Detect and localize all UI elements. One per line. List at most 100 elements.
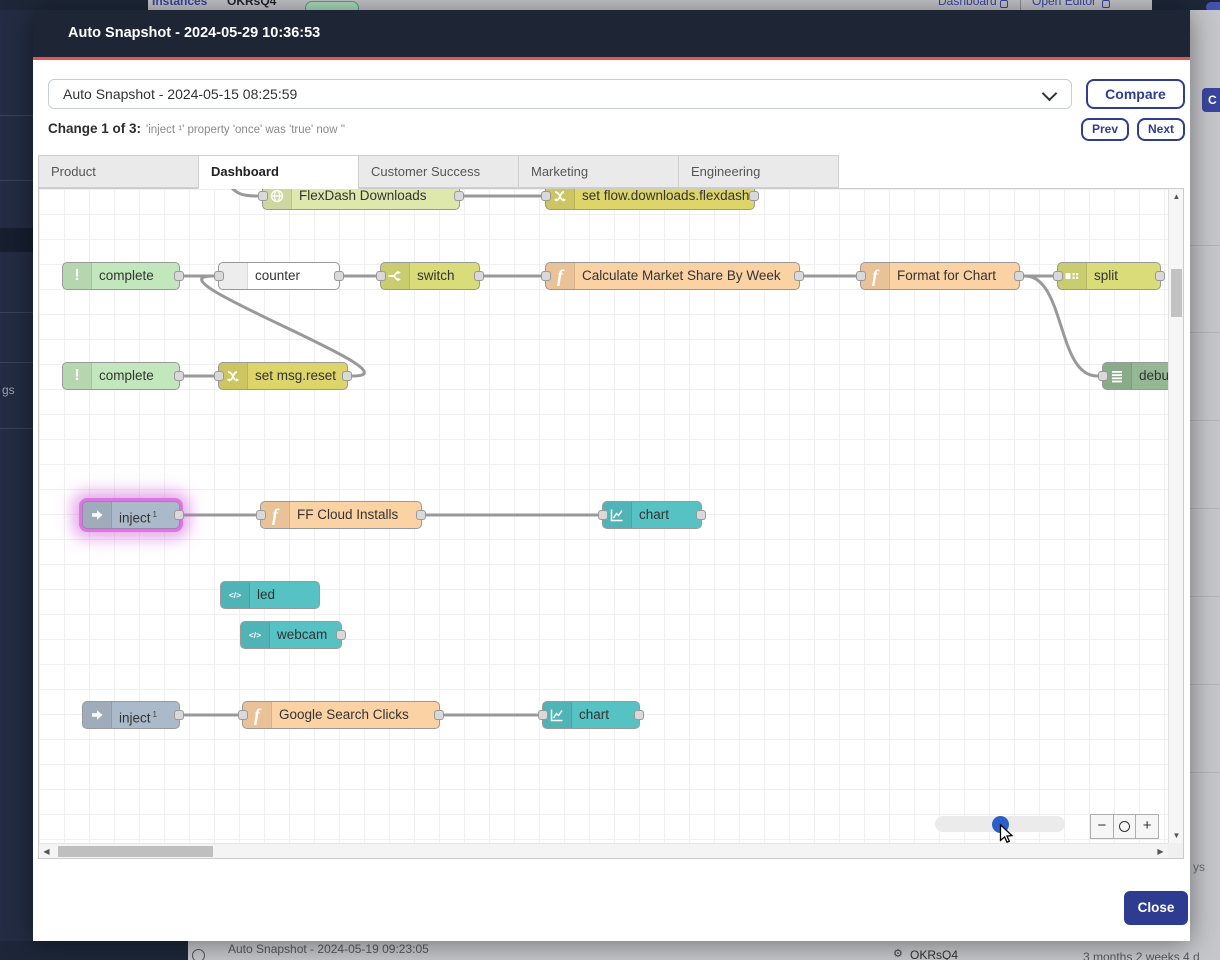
scroll-right-arrow[interactable]: ▶ bbox=[1153, 844, 1168, 859]
dialog-title: Auto Snapshot - 2024-05-29 10:36:53 bbox=[68, 10, 320, 57]
breadcrumb-project: OKRsQ4 bbox=[227, 0, 276, 8]
scroll-down-arrow[interactable]: ▼ bbox=[1169, 828, 1184, 843]
input-port[interactable] bbox=[214, 371, 224, 381]
tab-customer-success[interactable]: Customer Success bbox=[358, 155, 519, 188]
node-label: FlexDash Downloads bbox=[263, 189, 459, 208]
output-port[interactable] bbox=[416, 510, 426, 520]
input-port[interactable] bbox=[1098, 371, 1108, 381]
output-port[interactable] bbox=[749, 191, 759, 201]
output-port[interactable] bbox=[474, 271, 484, 281]
inject-icon bbox=[83, 502, 112, 528]
flow-viewport: − + FlexDash Downloads set flow.downloads… bbox=[38, 188, 1184, 859]
input-port[interactable] bbox=[598, 510, 608, 520]
output-port[interactable] bbox=[696, 510, 706, 520]
snapshot-select[interactable]: Auto Snapshot - 2024-05-15 08:25:59 bbox=[48, 79, 1072, 109]
node-split[interactable]: split bbox=[1057, 262, 1161, 290]
template-icon: </> bbox=[221, 582, 250, 608]
horizontal-scrollbar-thumb[interactable] bbox=[58, 846, 213, 857]
table-row-divider bbox=[1190, 420, 1220, 421]
input-port[interactable] bbox=[856, 271, 866, 281]
tab-product[interactable]: Product bbox=[38, 155, 199, 188]
output-port[interactable] bbox=[174, 510, 184, 520]
table-row-divider bbox=[1190, 332, 1220, 333]
tab-marketing[interactable]: Marketing bbox=[518, 155, 679, 188]
node-led[interactable]: </>led bbox=[220, 581, 320, 609]
input-port[interactable] bbox=[541, 191, 551, 201]
output-port[interactable] bbox=[794, 271, 804, 281]
background-topbar: Instances OKRsQ4 Dashboard Open Editor bbox=[0, 0, 1220, 10]
output-port[interactable] bbox=[1155, 271, 1165, 281]
output-port[interactable] bbox=[334, 271, 344, 281]
tab-dashboard[interactable]: Dashboard bbox=[198, 155, 359, 189]
dashboard-link: Dashboard bbox=[938, 0, 997, 8]
node-label: set flow.downloads.flexdash bbox=[546, 189, 754, 208]
node-debug[interactable]: debug bbox=[1102, 362, 1168, 390]
avatar bbox=[1206, 2, 1220, 10]
scroll-left-arrow[interactable]: ◀ bbox=[39, 844, 54, 859]
vertical-scrollbar-thumb[interactable] bbox=[1171, 269, 1182, 317]
table-row-divider bbox=[1190, 684, 1220, 685]
horizontal-scrollbar[interactable]: ◀ ▶ bbox=[39, 843, 1168, 858]
input-port[interactable] bbox=[538, 710, 548, 720]
input-port[interactable] bbox=[214, 271, 224, 281]
background-snapshot-name: Auto Snapshot - 2024-05-19 09:23:05 bbox=[228, 942, 429, 956]
dialog-header: Auto Snapshot - 2024-05-29 10:36:53 bbox=[33, 10, 1190, 60]
node-counter[interactable]: counter bbox=[218, 262, 340, 290]
output-port[interactable] bbox=[174, 271, 184, 281]
input-port[interactable] bbox=[1053, 271, 1063, 281]
inject-icon bbox=[83, 702, 112, 728]
node-chart-2[interactable]: chart bbox=[542, 701, 640, 729]
vertical-scrollbar[interactable]: ▲ ▼ bbox=[1168, 189, 1183, 843]
snapshot-compare-dialog: Auto Snapshot - 2024-05-29 10:36:53 Auto… bbox=[33, 10, 1190, 941]
wire-offscreen-to-flexdash-downloads bbox=[225, 189, 257, 196]
scroll-up-arrow[interactable]: ▲ bbox=[1169, 189, 1184, 204]
background-project-name: OKRsQ4 bbox=[910, 948, 958, 960]
close-button[interactable]: Close bbox=[1124, 891, 1188, 925]
node-chart-1[interactable]: chart bbox=[602, 501, 702, 529]
node-inject-1[interactable]: inject1 bbox=[82, 501, 180, 529]
node-label: Google Search Clicks bbox=[243, 702, 439, 727]
sidebar-active-item bbox=[0, 228, 33, 252]
next-button[interactable]: Next bbox=[1137, 118, 1185, 141]
zoom-in-button[interactable]: + bbox=[1136, 815, 1158, 838]
output-port[interactable] bbox=[434, 710, 444, 720]
input-port[interactable] bbox=[238, 710, 248, 720]
node-set-msg-reset[interactable]: set msg.reset bbox=[218, 362, 348, 390]
input-port[interactable] bbox=[256, 510, 266, 520]
zoom-out-button[interactable]: − bbox=[1091, 815, 1114, 838]
zoom-reset-icon bbox=[1119, 821, 1130, 832]
page: Instances OKRsQ4 Dashboard Open Editor g… bbox=[0, 0, 1220, 960]
table-row-divider bbox=[1190, 772, 1220, 773]
node-flexdash-downloads[interactable]: FlexDash Downloads bbox=[262, 189, 460, 210]
output-port[interactable] bbox=[634, 710, 644, 720]
node-label: Calculate Market Share By Week bbox=[546, 263, 799, 288]
zoom-reset-button[interactable] bbox=[1114, 815, 1137, 838]
output-port[interactable] bbox=[342, 371, 352, 381]
output-port[interactable] bbox=[1014, 271, 1024, 281]
snapshot-select-value: Auto Snapshot - 2024-05-15 08:25:59 bbox=[63, 86, 297, 102]
input-port[interactable] bbox=[258, 191, 268, 201]
input-port[interactable] bbox=[376, 271, 386, 281]
node-webcam[interactable]: </>webcam bbox=[240, 621, 342, 649]
output-port[interactable] bbox=[174, 371, 184, 381]
zoom-toolbar: − + bbox=[1090, 814, 1159, 839]
node-format-for-chart[interactable]: fFormat for Chart bbox=[860, 262, 1020, 290]
node-switch[interactable]: switch bbox=[380, 262, 480, 290]
output-port[interactable] bbox=[454, 191, 464, 201]
node-ff-cloud-installs[interactable]: fFF Cloud Installs bbox=[260, 501, 422, 529]
wire-format-for-chart-to-debug bbox=[1025, 276, 1097, 376]
node-set-flow-downloads-flexdash[interactable]: set flow.downloads.flexdash bbox=[545, 189, 755, 210]
flow-canvas[interactable]: − + FlexDash Downloads set flow.downloads… bbox=[39, 189, 1168, 843]
tab-engineering[interactable]: Engineering bbox=[678, 155, 839, 188]
input-port[interactable] bbox=[541, 271, 551, 281]
node-calculate-market-share[interactable]: fCalculate Market Share By Week bbox=[545, 262, 800, 290]
compare-button[interactable]: Compare bbox=[1086, 79, 1185, 109]
node-google-search-clicks[interactable]: fGoogle Search Clicks bbox=[242, 701, 440, 729]
external-link-icon bbox=[1102, 0, 1110, 8]
output-port[interactable] bbox=[174, 710, 184, 720]
node-inject-2[interactable]: inject1 bbox=[82, 701, 180, 729]
node-complete-1[interactable]: !complete bbox=[62, 262, 180, 290]
node-complete-2[interactable]: !complete bbox=[62, 362, 180, 390]
prev-button[interactable]: Prev bbox=[1081, 118, 1129, 141]
output-port[interactable] bbox=[336, 630, 346, 640]
